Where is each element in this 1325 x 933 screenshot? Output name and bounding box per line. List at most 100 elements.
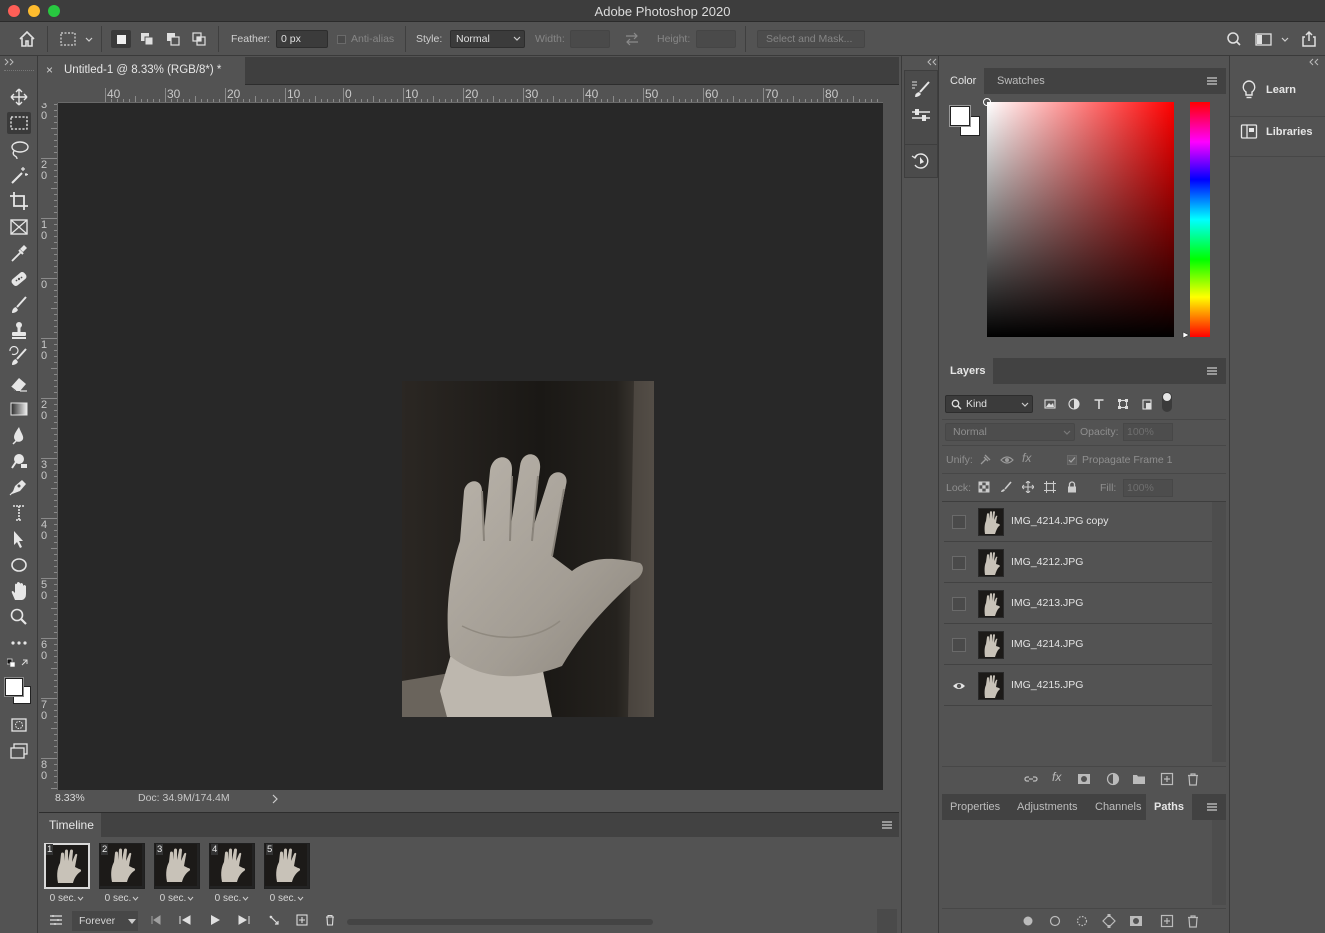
width-input[interactable] — [570, 30, 610, 48]
search-icon[interactable] — [1224, 30, 1244, 48]
panel-menu-icon[interactable] — [881, 820, 893, 830]
expand-panel-icon[interactable] — [1308, 58, 1320, 66]
delete-layer-icon[interactable] — [1186, 772, 1200, 786]
share-icon[interactable] — [1299, 30, 1319, 48]
vertical-scrollbar[interactable] — [883, 103, 899, 807]
tab-color[interactable]: Color — [942, 68, 985, 94]
layer-visibility-toggle[interactable] — [952, 515, 966, 529]
layer-row[interactable]: IMG_4214.JPG — [944, 625, 1212, 665]
first-frame-icon[interactable] — [150, 915, 162, 925]
eraser-tool-icon[interactable] — [7, 372, 31, 394]
ellipse-tool-icon[interactable] — [7, 554, 31, 576]
shape-layer-filter-icon[interactable] — [1117, 398, 1129, 410]
add-to-selection-icon[interactable] — [137, 30, 157, 48]
document-tab[interactable]: × Untitled-1 @ 8.33% (RGB/8*) * — [39, 57, 245, 85]
new-adjustment-layer-icon[interactable] — [1106, 772, 1120, 786]
smart-object-filter-icon[interactable] — [1141, 398, 1153, 410]
duplicate-frame-icon[interactable] — [296, 914, 308, 926]
tween-icon[interactable] — [268, 914, 280, 926]
tab-paths[interactable]: Paths — [1146, 794, 1192, 820]
hue-slider[interactable] — [1190, 102, 1210, 337]
magic-wand-tool-icon[interactable] — [7, 164, 31, 186]
previous-frame-icon[interactable] — [178, 915, 192, 925]
marquee-preset-picker[interactable] — [58, 30, 94, 48]
delete-path-icon[interactable] — [1186, 914, 1200, 928]
hand-tool-icon[interactable] — [7, 580, 31, 602]
layer-row[interactable]: IMG_4212.JPG — [944, 543, 1212, 583]
new-group-icon[interactable] — [1132, 772, 1146, 786]
zoom-tool-icon[interactable] — [7, 606, 31, 628]
vertical-ruler[interactable]: 30201001020304050607080 — [39, 103, 58, 790]
panel-menu-icon[interactable] — [1206, 76, 1218, 86]
adjustment-properties-icon[interactable] — [909, 106, 933, 128]
adjustment-layer-filter-icon[interactable] — [1068, 398, 1080, 410]
move-tool-icon[interactable] — [7, 86, 31, 108]
hue-slider-handle[interactable] — [1182, 331, 1190, 339]
learn-button[interactable]: Learn — [1238, 76, 1324, 106]
libraries-button[interactable]: Libraries — [1238, 118, 1324, 148]
add-mask-icon[interactable] — [1129, 914, 1143, 928]
animation-frame[interactable]: 1 0 sec. — [42, 843, 92, 905]
animation-frame[interactable]: 3 0 sec. — [152, 843, 202, 905]
lock-all-icon[interactable] — [1066, 481, 1078, 493]
expand-panel-icon[interactable] — [4, 58, 16, 66]
height-input[interactable] — [696, 30, 736, 48]
intersect-selection-icon[interactable] — [189, 30, 209, 48]
color-swatches[interactable] — [5, 676, 31, 704]
frame-delay[interactable]: 0 sec. — [207, 893, 257, 904]
default-colors-icon[interactable] — [6, 658, 31, 670]
opacity-input[interactable]: 100% — [1123, 423, 1173, 441]
subtract-from-selection-icon[interactable] — [163, 30, 183, 48]
link-layers-icon[interactable] — [1024, 772, 1038, 786]
frame-tool-icon[interactable] — [7, 216, 31, 238]
lock-position-icon[interactable] — [1022, 481, 1034, 493]
anti-alias-checkbox[interactable] — [336, 30, 348, 48]
fill-input[interactable]: 100% — [1123, 479, 1173, 497]
more-tools-icon[interactable] — [7, 632, 31, 654]
layer-row[interactable]: IMG_4214.JPG copy — [944, 502, 1212, 542]
lasso-tool-icon[interactable] — [7, 138, 31, 160]
blend-mode-select[interactable]: Normal — [945, 423, 1075, 441]
make-work-path-icon[interactable] — [1102, 914, 1116, 928]
frame-delay[interactable]: 0 sec. — [97, 893, 147, 904]
clone-stamp-tool-icon[interactable] — [7, 320, 31, 342]
style-select[interactable]: Normal — [450, 30, 525, 48]
play-icon[interactable] — [209, 915, 221, 925]
convert-timeline-icon[interactable] — [49, 914, 63, 926]
panel-menu-icon[interactable] — [1206, 802, 1218, 812]
brush-settings-icon[interactable] — [909, 78, 933, 100]
collapse-panels-icon[interactable] — [926, 58, 938, 66]
frame-delay[interactable]: 0 sec. — [42, 893, 92, 904]
foreground-color-swatch[interactable] — [5, 678, 23, 696]
brush-tool-icon[interactable] — [7, 294, 31, 316]
layer-style-icon[interactable]: fx — [1052, 770, 1061, 784]
tab-adjustments[interactable]: Adjustments — [1009, 794, 1086, 820]
tab-swatches[interactable]: Swatches — [989, 68, 1053, 94]
path-selection-tool-icon[interactable] — [7, 528, 31, 550]
type-layer-filter-icon[interactable] — [1093, 398, 1105, 410]
pen-tool-icon[interactable] — [7, 476, 31, 498]
crop-tool-icon[interactable] — [7, 190, 31, 212]
frame-delay[interactable]: 0 sec. — [152, 893, 202, 904]
screen-mode-icon[interactable] — [7, 740, 31, 762]
tab-properties[interactable]: Properties — [942, 794, 1008, 820]
blur-tool-icon[interactable] — [7, 424, 31, 446]
filter-toggle[interactable] — [1162, 392, 1172, 412]
foreground-color-swatch[interactable] — [950, 106, 970, 126]
animation-frame[interactable]: 4 0 sec. — [207, 843, 257, 905]
history-icon[interactable] — [909, 149, 933, 171]
chevron-right-icon[interactable] — [271, 794, 279, 804]
layer-row[interactable]: IMG_4213.JPG — [944, 584, 1212, 624]
unify-style-icon[interactable]: fx — [1022, 451, 1031, 465]
feather-input[interactable]: 0 px — [276, 30, 328, 48]
new-selection-icon[interactable] — [111, 30, 131, 48]
loop-select[interactable]: Forever — [72, 911, 138, 931]
delete-frame-icon[interactable] — [324, 914, 336, 926]
home-icon[interactable] — [17, 30, 37, 48]
unify-visibility-icon[interactable] — [1000, 453, 1014, 467]
load-path-as-selection-icon[interactable] — [1075, 914, 1089, 928]
animation-frame[interactable]: 5 0 sec. — [262, 843, 312, 905]
saturation-brightness-field[interactable] — [983, 98, 1174, 337]
propagate-checkbox[interactable] — [1067, 455, 1077, 465]
dodge-tool-icon[interactable] — [7, 450, 31, 472]
